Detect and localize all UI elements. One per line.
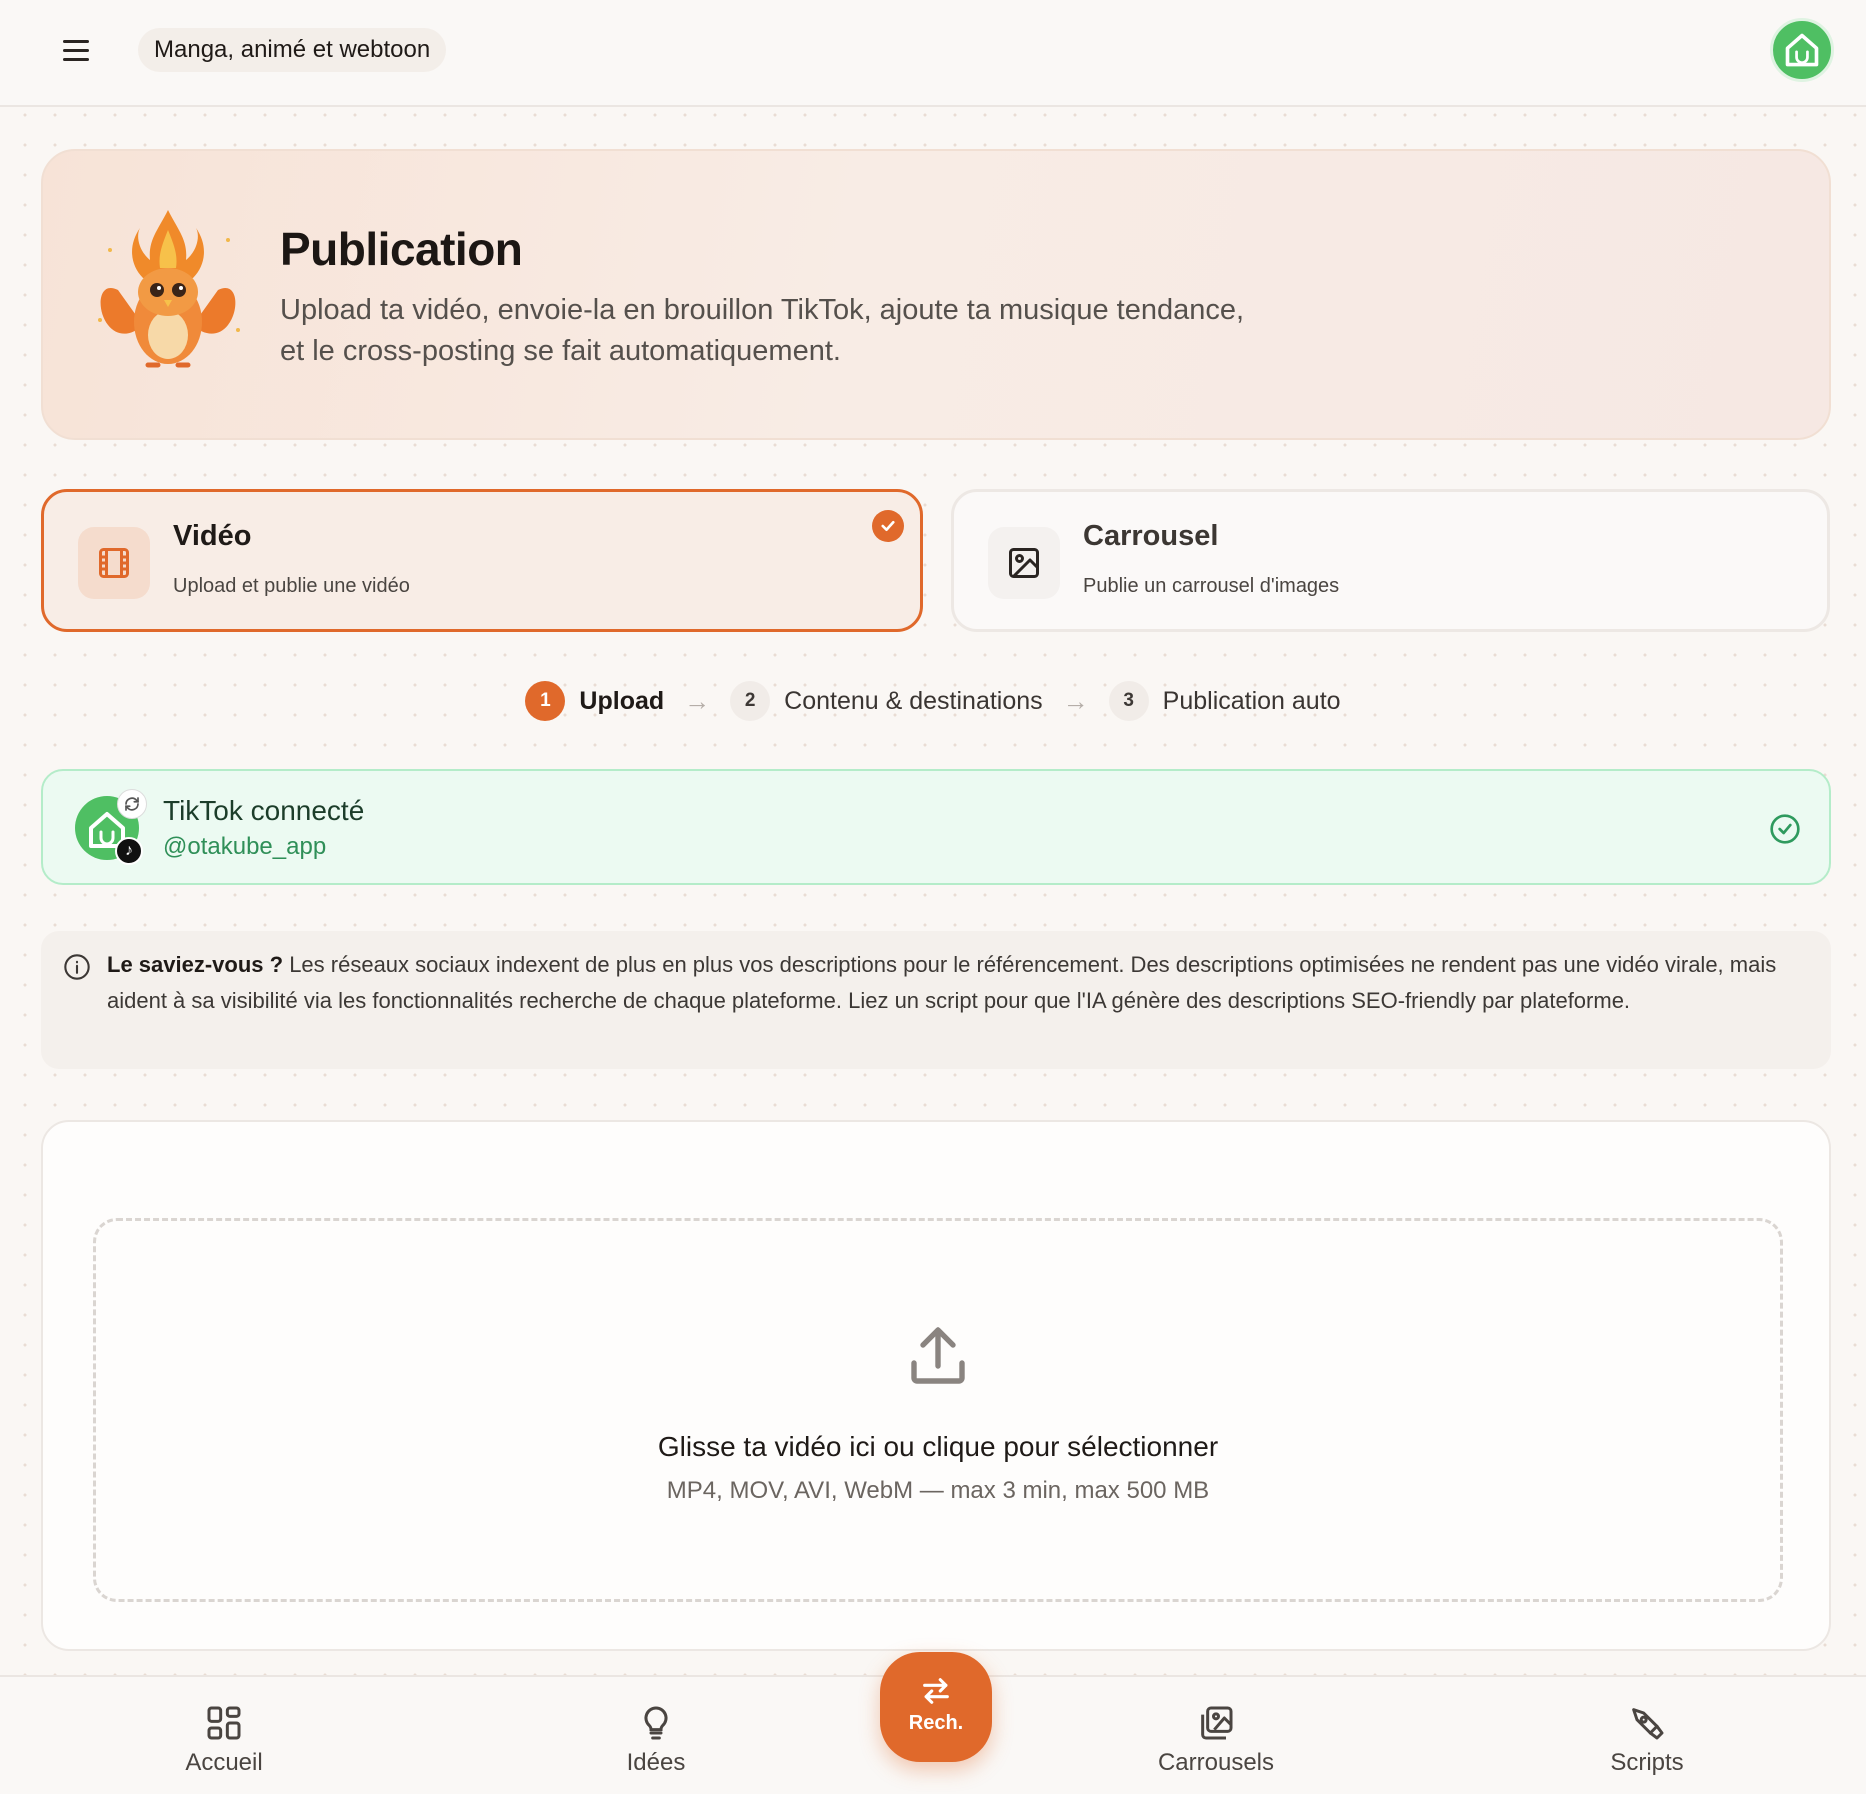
step-number: 1 bbox=[525, 681, 566, 721]
nav-item-home[interactable]: Accueil bbox=[124, 1703, 324, 1777]
step-label: Contenu & destinations bbox=[784, 686, 1043, 715]
swap-arrows-icon bbox=[923, 1678, 949, 1704]
nav-item-ideas[interactable]: Idées bbox=[556, 1703, 756, 1777]
tiktok-icon: ♪ bbox=[115, 837, 143, 865]
nav-item-scripts[interactable]: Scripts bbox=[1547, 1703, 1747, 1777]
video-dropzone[interactable]: Glisse ta vidéo ici ou clique pour sélec… bbox=[93, 1218, 1783, 1602]
page-description: Upload ta vidéo, envoie-la en brouillon … bbox=[280, 290, 1280, 372]
step-label: Publication auto bbox=[1162, 686, 1341, 715]
info-body: Les réseaux sociaux indexent de plus en … bbox=[107, 952, 1777, 1013]
type-card-title: Carrousel bbox=[1083, 520, 1219, 552]
dropzone-title: Glisse ta vidéo ici ou clique pour sélec… bbox=[657, 1431, 1219, 1462]
lightbulb-icon bbox=[644, 1706, 668, 1740]
type-card-subtitle: Upload et publie une vidéo bbox=[173, 575, 410, 597]
category-chip[interactable]: Manga, animé et webtoon bbox=[138, 28, 447, 72]
info-tip: Le saviez-vous ? Les réseaux sociaux ind… bbox=[41, 931, 1831, 1069]
step-publish: 3 Publication auto bbox=[1108, 681, 1341, 721]
page-title: Publication bbox=[280, 223, 523, 275]
nav-label: Carrousels bbox=[1157, 1749, 1275, 1776]
type-card-title: Vidéo bbox=[173, 520, 252, 552]
step-content: 2 Contenu & destinations bbox=[730, 681, 1043, 721]
step-label: Upload bbox=[579, 686, 665, 715]
phoenix-mascot-icon bbox=[98, 210, 240, 368]
tiktok-status: TikTok connecté bbox=[163, 795, 365, 826]
arrow-right-icon: → bbox=[1062, 685, 1089, 716]
type-card-video[interactable]: Vidéo Upload et publie une vidéo bbox=[41, 489, 923, 632]
nav-label: Idées bbox=[626, 1749, 686, 1776]
step-upload: 1 Upload bbox=[525, 681, 664, 721]
step-number: 2 bbox=[730, 681, 771, 721]
type-card-subtitle: Publie un carrousel d'images bbox=[1083, 575, 1340, 597]
check-circle-icon bbox=[1770, 814, 1800, 844]
refresh-icon[interactable] bbox=[117, 789, 147, 819]
nav-label: Accueil bbox=[185, 1749, 263, 1776]
arrow-right-icon: → bbox=[684, 685, 711, 716]
fab-label: Rech. bbox=[908, 1712, 964, 1734]
check-icon bbox=[872, 510, 904, 542]
upload-card: Glisse ta vidéo ici ou clique pour sélec… bbox=[41, 1120, 1831, 1651]
user-avatar[interactable] bbox=[1770, 18, 1834, 82]
page-description-line: Upload ta vidéo, envoie-la en brouillon … bbox=[280, 294, 1245, 326]
film-icon bbox=[78, 527, 150, 599]
pen-tool-icon bbox=[1632, 1708, 1664, 1740]
home-logo-icon bbox=[1785, 33, 1819, 67]
step-number: 3 bbox=[1108, 681, 1149, 721]
page-description-line: et le cross-posting se fait automatiquem… bbox=[280, 335, 841, 367]
tiktok-connection-card: ♪ TikTok connecté @otakube_app bbox=[41, 769, 1831, 885]
top-bar: Manga, animé et webtoon bbox=[0, 0, 1866, 107]
tiktok-handle: @otakube_app bbox=[163, 833, 327, 860]
image-icon bbox=[988, 527, 1060, 599]
dropzone-hint: MP4, MOV, AVI, WebM — max 3 min, max 500… bbox=[666, 1477, 1210, 1504]
nav-label: Scripts bbox=[1610, 1749, 1684, 1776]
nav-item-carousels[interactable]: Carrousels bbox=[1116, 1703, 1316, 1777]
type-card-carousel[interactable]: Carrousel Publie un carrousel d'images bbox=[951, 489, 1830, 632]
images-icon bbox=[1201, 1706, 1233, 1740]
stepper: 1 Upload → 2 Contenu & destinations → 3 … bbox=[0, 680, 1866, 722]
upload-icon bbox=[911, 1327, 965, 1384]
search-fab-button[interactable]: Rech. bbox=[880, 1652, 992, 1762]
info-text: Le saviez-vous ? Les réseaux sociaux ind… bbox=[107, 947, 1807, 1019]
info-lead: Le saviez-vous ? bbox=[107, 952, 284, 977]
dashboard-icon bbox=[207, 1706, 241, 1740]
menu-icon[interactable] bbox=[60, 36, 92, 64]
info-icon bbox=[64, 954, 90, 980]
